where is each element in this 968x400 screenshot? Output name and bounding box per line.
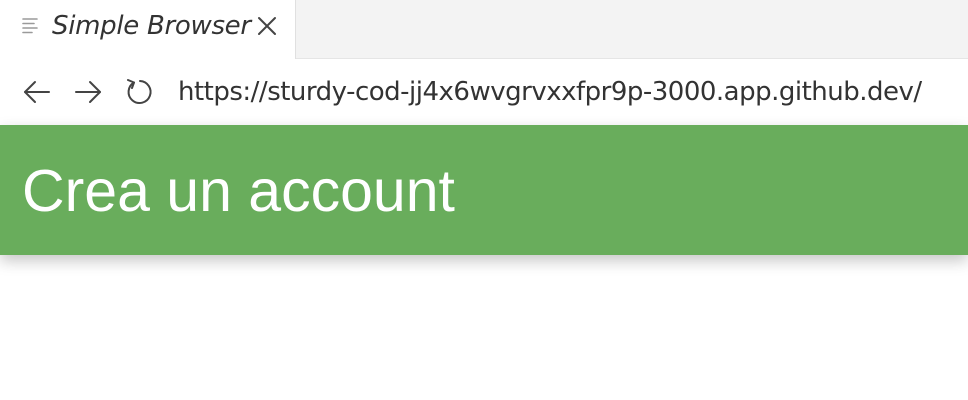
arrow-left-icon[interactable] (22, 77, 52, 107)
reload-icon[interactable] (124, 77, 154, 107)
tab-title: Simple Browser (52, 11, 251, 41)
close-icon[interactable] (256, 15, 278, 37)
navigation-bar: https://sturdy-cod-jj4x6wvgrvxxfpr9p-300… (0, 59, 968, 125)
web-page-content: Crea un account (0, 125, 968, 400)
tab-bar: Simple Browser (0, 0, 968, 59)
arrow-right-icon[interactable] (73, 77, 103, 107)
document-lines-icon (22, 18, 38, 34)
tab-simple-browser[interactable]: Simple Browser (0, 0, 296, 59)
page-title: Crea un account (22, 158, 455, 224)
address-bar[interactable]: https://sturdy-cod-jj4x6wvgrvxxfpr9p-300… (178, 77, 922, 107)
page-header: Crea un account (0, 125, 968, 255)
